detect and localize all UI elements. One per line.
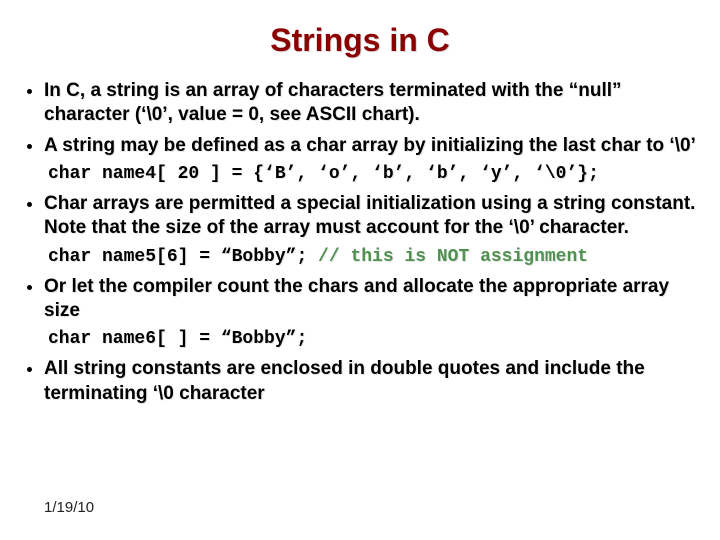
bullet-4: Or let the compiler count the chars and … bbox=[44, 275, 706, 324]
code-line-2: char name5[6] = “Bobby”; // this is NOT … bbox=[48, 247, 706, 267]
bullet-5: All string constants are enclosed in dou… bbox=[44, 357, 706, 406]
slide-title: Strings in C bbox=[14, 22, 706, 59]
code-line-2-code: char name5[6] = “Bobby”; bbox=[48, 247, 318, 267]
bullet-2: A string may be defined as a char array … bbox=[44, 134, 706, 158]
bullet-1: In C, a string is an array of characters… bbox=[44, 79, 706, 128]
bullet-list-2: Char arrays are permitted a special init… bbox=[14, 192, 706, 241]
slide: Strings in C In C, a string is an array … bbox=[0, 0, 720, 540]
code-line-3: char name6[ ] = “Bobby”; bbox=[48, 329, 706, 349]
bullet-list-4: All string constants are enclosed in dou… bbox=[14, 357, 706, 406]
footer-date: 1/19/10 bbox=[44, 499, 94, 516]
code-line-1: char name4[ 20 ] = {‘B’, ‘o’, ‘b’, ‘b’, … bbox=[48, 164, 706, 184]
bullet-list-3: Or let the compiler count the chars and … bbox=[14, 275, 706, 324]
bullet-3: Char arrays are permitted a special init… bbox=[44, 192, 706, 241]
bullet-list: In C, a string is an array of characters… bbox=[14, 79, 706, 158]
code-line-2-comment: // this is NOT assignment bbox=[318, 247, 588, 267]
